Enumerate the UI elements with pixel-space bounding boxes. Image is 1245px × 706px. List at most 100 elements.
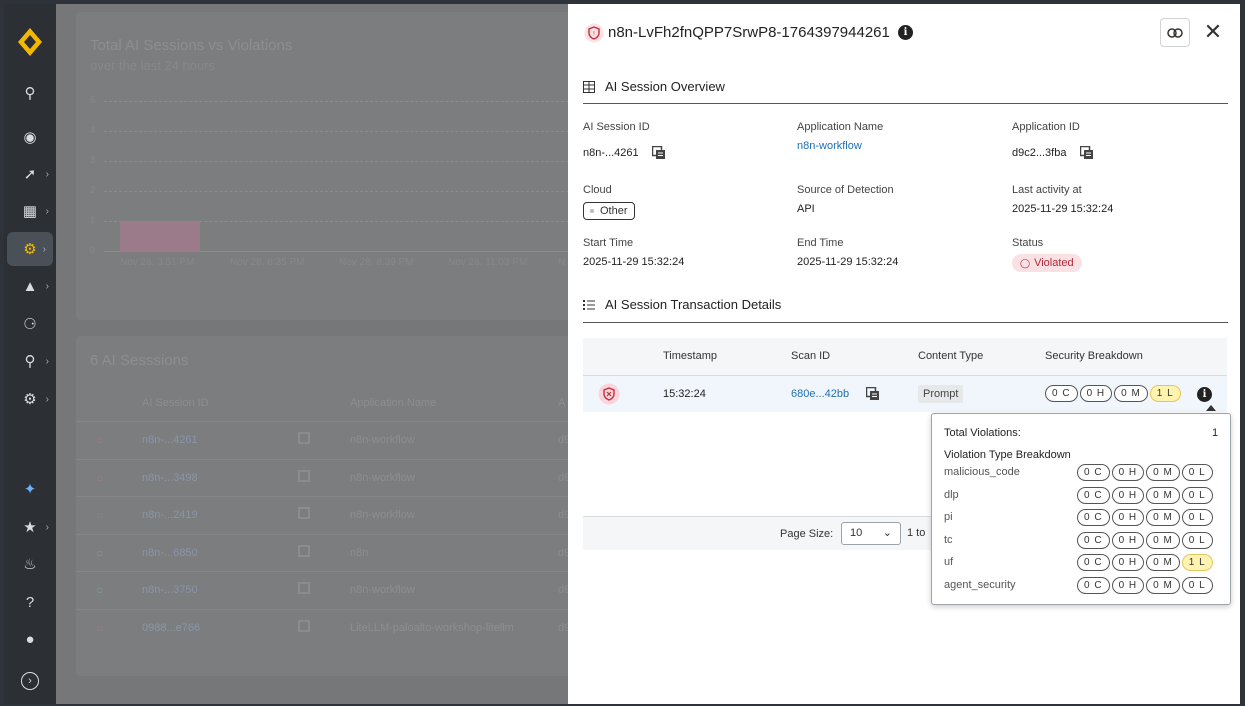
info-icon[interactable]: i — [898, 25, 913, 40]
shield-violation-icon — [598, 383, 620, 405]
transactions-heading: AI Session Transaction Details — [605, 297, 782, 312]
link-icon — [1167, 27, 1183, 38]
table-row[interactable]: ○ n8n-...3498 n8n-workflow d9 — [76, 458, 570, 496]
copy-icon[interactable] — [866, 387, 880, 401]
sparkle-icon[interactable]: ✦ — [4, 472, 56, 506]
start-time-value: 2025-11-29 15:32:24 — [583, 256, 685, 268]
critical-count: 0 C — [1077, 509, 1110, 527]
grid-line — [104, 161, 569, 162]
status-badge: ◯ Violated — [1012, 254, 1082, 272]
inventory-icon[interactable]: ▦ › — [4, 194, 56, 228]
y-tick: 3 — [90, 155, 96, 165]
close-button[interactable]: ✕ — [1200, 19, 1226, 45]
sessions-title: 6 AI Sesssions — [90, 352, 189, 369]
session-id-link[interactable]: n8n-...4261 — [142, 434, 198, 446]
status-label: Status — [1012, 237, 1044, 249]
session-id-link[interactable]: n8n-...6850 — [142, 547, 198, 559]
table-header: Timestamp Scan ID Content Type Security … — [583, 338, 1227, 376]
medium-count: 0 M — [1146, 554, 1180, 572]
shield-violation-icon: ○ — [96, 508, 104, 522]
high-count: 0 H — [1111, 509, 1145, 527]
binoculars-icon[interactable]: ⚆ — [4, 307, 56, 341]
total-violations-value: 1 — [1212, 427, 1219, 439]
violation-type-name: uf — [944, 556, 954, 569]
page-size-label: Page Size: — [780, 528, 834, 540]
session-id-link[interactable]: n8n-...2419 — [142, 509, 198, 521]
low-count: 1 L — [1149, 385, 1181, 402]
user-icon[interactable]: ● — [4, 622, 56, 656]
info-icon[interactable]: i — [1197, 387, 1212, 402]
app-id-value: d9c2...3fba — [1012, 147, 1067, 159]
star-icon[interactable]: ★ › — [4, 510, 56, 544]
ai-security-icon[interactable]: ⚙ › — [7, 232, 53, 266]
cloud-tag: Other — [583, 202, 635, 220]
app-name: n8n-workflow — [350, 471, 415, 484]
critical-count: 0 C — [1077, 531, 1110, 549]
column-header-security-breakdown[interactable]: Security Breakdown — [1045, 350, 1143, 362]
help-icon[interactable]: ? — [4, 585, 56, 619]
violation-type-name: agent_security — [944, 579, 1016, 591]
session-id-link[interactable]: n8n-...3750 — [142, 584, 198, 596]
session-id-label: AI Session ID — [583, 121, 650, 133]
medium-count: 0 M — [1146, 531, 1180, 549]
app-name: n8n-workflow — [350, 509, 415, 521]
medium-count: 0 M — [1146, 464, 1180, 481]
session-id-link[interactable]: n8n-...3498 — [142, 472, 198, 484]
chart-title: Total AI Sessions vs Violations — [90, 37, 293, 54]
copy-icon[interactable] — [298, 619, 310, 632]
source-label: Source of Detection — [797, 184, 894, 196]
copy-icon[interactable] — [298, 544, 310, 557]
total-violations-label: Total Violations: — [944, 427, 1021, 439]
y-tick: 1 — [90, 215, 96, 225]
table-row[interactable]: ○ n8n-...3750 n8n-workflow d9 — [76, 571, 570, 608]
end-time-value: 2025-11-29 15:32:24 — [797, 256, 899, 268]
violation-type-pills: 0 C0 H0 M0 L — [1077, 464, 1215, 481]
start-time-label: Start Time — [583, 237, 634, 249]
app-name: n8n — [350, 546, 369, 559]
critical-count: 0 C — [1077, 486, 1110, 504]
table-row[interactable]: ○ 0988...e766 LiteLLM-paloalto-workshop-li… — [76, 608, 570, 646]
security-breakdown[interactable]: 0 C 0 H 0 M 1 L — [1045, 385, 1183, 402]
shield-ok-icon: ○ — [96, 583, 104, 597]
column-header: A — [558, 397, 566, 409]
column-header-content-type[interactable]: Content Type — [918, 350, 983, 362]
medium-count: 0 M — [1114, 385, 1148, 402]
violation-type-pills: 0 C0 H0 M0 L — [1077, 577, 1215, 594]
app-name-link[interactable]: n8n-workflow — [797, 140, 862, 152]
grid-line — [104, 191, 569, 192]
medium-count: 0 M — [1146, 486, 1180, 504]
page-size-select[interactable]: 10 ⌄ — [841, 522, 901, 545]
low-count: 0 L — [1181, 577, 1213, 594]
table-row[interactable]: ○ n8n-...2419 n8n-workflow d9 — [76, 496, 570, 533]
copy-icon[interactable] — [298, 432, 310, 444]
bell-icon[interactable]: ♨ — [4, 547, 56, 581]
end-time-label: End Time — [797, 237, 844, 249]
analytics-icon[interactable]: ➚ › — [4, 157, 56, 191]
copy-icon[interactable] — [1080, 146, 1094, 160]
cloud-value: Other — [600, 205, 628, 217]
table-row[interactable]: ○ n8n-...4261 n8n-workflow d9 — [76, 421, 570, 458]
copy-icon[interactable] — [298, 582, 310, 594]
low-count: 0 L — [1181, 509, 1213, 527]
violation-type-pills: 0 C0 H0 M0 L — [1077, 531, 1215, 549]
investigate-icon[interactable]: ⚲ › — [4, 344, 56, 378]
column-header-timestamp[interactable]: Timestamp — [663, 350, 717, 362]
search-icon[interactable]: ⚲ — [4, 76, 56, 110]
row-scan-id-link[interactable]: 680e...42bb — [791, 388, 849, 400]
shield-violation-icon: ○ — [96, 433, 104, 447]
critical-count: 0 C — [1077, 554, 1110, 572]
alerts-icon[interactable]: ▲ › — [4, 269, 56, 303]
shield-ok-icon: ○ — [96, 545, 104, 560]
copy-icon[interactable] — [298, 507, 310, 519]
copy-icon[interactable] — [298, 469, 310, 482]
expand-icon[interactable]: › — [4, 664, 56, 698]
app-name-label: Application Name — [797, 121, 884, 133]
dashboard-icon[interactable]: ◉ — [4, 120, 56, 154]
settings-icon[interactable]: ⚙ › — [4, 382, 56, 416]
medium-count: 0 M — [1146, 509, 1180, 527]
copy-icon[interactable] — [652, 146, 666, 160]
table-row[interactable]: ○ n8n-...6850 n8n d9 — [76, 533, 570, 571]
session-id-link[interactable]: 0988...e766 — [142, 622, 200, 634]
column-header-scan-id[interactable]: Scan ID — [791, 350, 830, 362]
copy-link-button[interactable] — [1160, 18, 1190, 47]
